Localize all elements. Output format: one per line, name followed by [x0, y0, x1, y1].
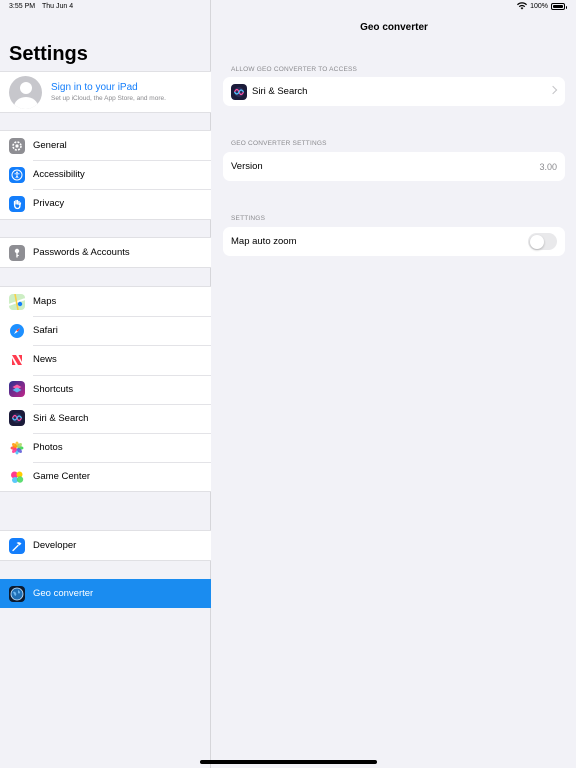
version-label: Version	[231, 161, 263, 172]
accessibility-icon	[9, 166, 25, 183]
status-time: 3:55 PM	[9, 3, 36, 10]
home-indicator[interactable]	[200, 760, 377, 764]
wifi-icon	[517, 2, 528, 10]
siri-icon	[9, 410, 25, 427]
sidebar-item-accessibility[interactable]: Accessibility	[0, 160, 211, 189]
sidebar-item-passwords[interactable]: Passwords & Accounts	[0, 238, 211, 267]
photos-icon	[9, 439, 25, 456]
detail-title: Geo converter	[360, 22, 428, 33]
sidebar-title: Settings	[9, 43, 88, 65]
sidebar-item-label: Siri & Search	[33, 412, 89, 424]
sidebar-item-photos[interactable]: Photos	[0, 432, 211, 462]
sidebar-item-news[interactable]: News	[0, 345, 211, 374]
map-auto-zoom-label: Map auto zoom	[231, 236, 297, 247]
toggle-knob	[529, 234, 544, 249]
siri-search-label: Siri & Search	[252, 86, 308, 97]
sidebar-group-geo: Geo converter	[0, 579, 211, 609]
sidebar-item-label: Geo converter	[33, 588, 94, 600]
avatar	[9, 75, 42, 109]
sidebar-item-label: General	[33, 140, 67, 152]
hammer-icon	[9, 537, 25, 554]
game-center-icon	[9, 468, 25, 485]
sidebar-item-label: Accessibility	[33, 169, 85, 181]
status-bar: 3:55 PM Thu Jun 4 100%	[0, 0, 576, 14]
sidebar-item-label: Maps	[33, 296, 57, 308]
version-row: Version 3.00	[223, 152, 565, 181]
sidebar-item-label: Game Center	[33, 471, 91, 483]
sidebar-item-game-center[interactable]: Game Center	[0, 462, 211, 491]
sidebar-group-passwords: Passwords & Accounts	[0, 237, 211, 269]
maps-icon	[9, 293, 25, 310]
detail-pane: Geo converter ALLOW GEO CONVERTER TO ACC…	[212, 0, 576, 768]
shortcuts-icon	[9, 381, 25, 398]
account-subtitle: Set up iCloud, the App Store, and more.	[51, 95, 166, 102]
hand-icon	[9, 195, 25, 212]
sidebar-item-label: Shortcuts	[33, 383, 74, 395]
battery-icon	[551, 2, 567, 10]
sidebar-item-developer[interactable]: Developer	[0, 531, 211, 560]
sidebar-item-label: News	[33, 354, 57, 366]
sidebar-item-label: Passwords & Accounts	[33, 247, 130, 259]
section-header-settings: SETTINGS	[231, 215, 266, 222]
sidebar-item-label: Developer	[33, 540, 77, 552]
sidebar-item-label: Safari	[33, 325, 58, 337]
account-row[interactable]: Sign in to your iPad Set up iCloud, the …	[0, 72, 211, 112]
chevron-right-icon	[548, 85, 558, 95]
news-icon	[9, 351, 25, 368]
map-auto-zoom-toggle[interactable]	[528, 233, 557, 250]
sidebar-group-general: General Accessibility Privacy	[0, 130, 211, 220]
compass-icon	[9, 322, 25, 339]
sidebar-item-shortcuts[interactable]: Shortcuts	[0, 374, 211, 404]
siri-icon	[231, 83, 247, 100]
sidebar: Settings Sign in to your iPad Set up iCl…	[0, 0, 211, 768]
section-header-access: ALLOW GEO CONVERTER TO ACCESS	[231, 66, 358, 73]
key-icon	[9, 244, 25, 261]
globe-icon	[9, 585, 25, 602]
section-header-geo-settings: GEO CONVERTER SETTINGS	[231, 140, 327, 147]
sidebar-item-siri[interactable]: Siri & Search	[0, 403, 211, 433]
battery-percent: 100%	[530, 2, 548, 10]
sidebar-item-general[interactable]: General	[0, 131, 211, 160]
status-date: Thu Jun 4	[42, 3, 74, 10]
sidebar-group-apps: Maps Safari News Shortcuts Siri & Search	[0, 286, 211, 493]
status-right: 100%	[517, 2, 567, 10]
sidebar-item-privacy[interactable]: Privacy	[0, 189, 211, 218]
map-auto-zoom-row: Map auto zoom	[223, 227, 565, 256]
account-group: Sign in to your iPad Set up iCloud, the …	[0, 71, 211, 113]
sidebar-group-developer: Developer	[0, 530, 211, 562]
sidebar-item-safari[interactable]: Safari	[0, 316, 211, 345]
sidebar-item-maps[interactable]: Maps	[0, 287, 211, 316]
version-value: 3.00	[539, 161, 557, 172]
sidebar-item-label: Privacy	[33, 198, 65, 210]
siri-search-row[interactable]: Siri & Search	[223, 77, 565, 106]
sidebar-item-label: Photos	[33, 442, 63, 454]
account-title: Sign in to your iPad	[51, 82, 138, 93]
sidebar-item-geo-converter[interactable]: Geo converter	[0, 579, 211, 609]
gear-icon	[9, 137, 25, 154]
